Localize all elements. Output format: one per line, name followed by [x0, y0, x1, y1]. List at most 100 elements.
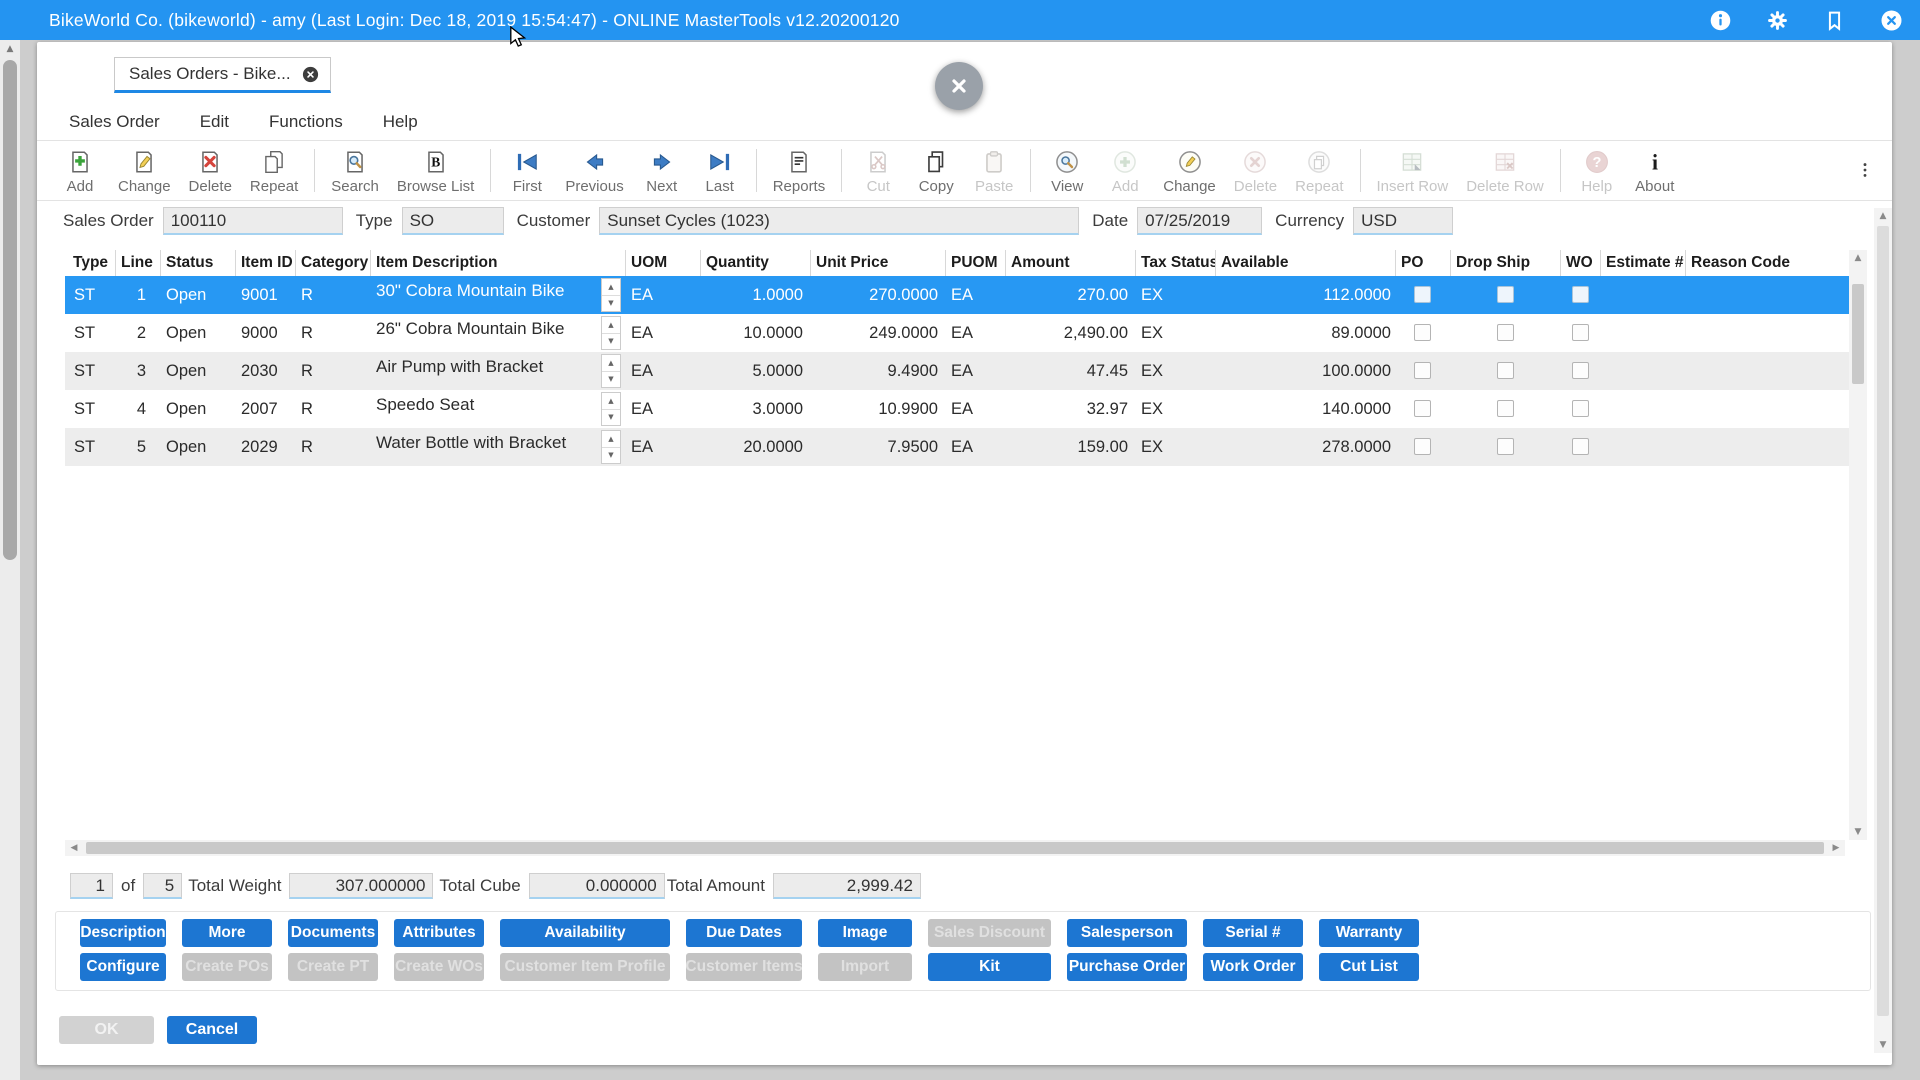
drop_ship-checkbox[interactable]	[1497, 362, 1514, 379]
total-weight-field: 307.000000	[289, 873, 433, 899]
bookmark-icon[interactable]	[1822, 8, 1847, 33]
dialog-close-button[interactable]	[935, 62, 983, 110]
tab-sales-orders[interactable]: Sales Orders - Bike...	[114, 57, 331, 93]
toolbar-repeat-button[interactable]: Repeat	[241, 142, 307, 199]
line-reorder-spinner[interactable]: ▲▼	[601, 354, 621, 388]
scroll-up-icon[interactable]: ▲	[0, 40, 20, 58]
toolbar-change-button[interactable]: Change	[109, 142, 180, 199]
more-button[interactable]: More	[182, 919, 272, 947]
spinner-up-icon[interactable]: ▲	[602, 279, 620, 296]
scroll-up-icon[interactable]: ▲	[1849, 250, 1867, 266]
scroll-down-icon[interactable]: ▼	[1849, 824, 1867, 840]
toolbar-previous-button[interactable]: Previous	[556, 142, 632, 199]
po-checkbox[interactable]	[1414, 324, 1431, 341]
line-reorder-spinner[interactable]: ▲▼	[601, 392, 621, 426]
type-field[interactable]: SO	[402, 207, 504, 235]
po-checkbox[interactable]	[1414, 286, 1431, 303]
toolbar-view-button[interactable]: View	[1038, 142, 1096, 199]
kit-button[interactable]: Kit	[928, 953, 1051, 981]
order-line-row-4[interactable]: ST4Open2007RSpeedo SeatEA3.000010.9900EA…	[65, 390, 1849, 428]
toolbar-reports-button[interactable]: Reports	[764, 142, 835, 199]
scroll-right-icon[interactable]: ▶	[1827, 843, 1845, 853]
purchase-order-button[interactable]: Purchase Order	[1067, 953, 1187, 981]
menu-functions[interactable]: Functions	[269, 112, 343, 132]
wo-checkbox[interactable]	[1572, 400, 1589, 417]
info-icon[interactable]	[1708, 8, 1733, 33]
toolbar-change-button[interactable]: Change	[1154, 142, 1225, 199]
configure-button[interactable]: Configure	[80, 953, 166, 981]
customer-field[interactable]: Sunset Cycles (1023)	[599, 207, 1079, 235]
line-reorder-spinner[interactable]: ▲▼	[601, 430, 621, 464]
availability-button[interactable]: Availability	[500, 919, 670, 947]
spinner-down-icon[interactable]: ▼	[602, 372, 620, 388]
description-button[interactable]: Description	[80, 919, 166, 947]
drop_ship-checkbox[interactable]	[1497, 438, 1514, 455]
settings-icon[interactable]	[1765, 8, 1790, 33]
menu-edit[interactable]: Edit	[200, 112, 229, 132]
toolbar-last-button[interactable]: Last	[691, 142, 749, 199]
warranty-button[interactable]: Warranty	[1319, 919, 1419, 947]
wo-checkbox[interactable]	[1572, 438, 1589, 455]
salesperson-button[interactable]: Salesperson	[1067, 919, 1187, 947]
po-checkbox[interactable]	[1414, 362, 1431, 379]
toolbar-search-button[interactable]: Search	[322, 142, 388, 199]
toolbar-about-button[interactable]: iAbout	[1626, 142, 1684, 199]
cut-list-button[interactable]: Cut List	[1319, 953, 1419, 981]
scroll-down-icon[interactable]: ▼	[1874, 1037, 1892, 1053]
drop_ship-checkbox[interactable]	[1497, 400, 1514, 417]
scroll-left-icon[interactable]: ◀	[65, 843, 83, 853]
menu-sales-order[interactable]: Sales Order	[69, 112, 160, 132]
tab-close-icon[interactable]	[301, 65, 320, 84]
spinner-up-icon[interactable]: ▲	[602, 431, 620, 448]
sales-order-field[interactable]: 100110	[163, 207, 343, 235]
close-icon[interactable]	[1879, 8, 1904, 33]
line-reorder-spinner[interactable]: ▲▼	[601, 278, 621, 312]
spinner-down-icon[interactable]: ▼	[602, 296, 620, 312]
order-line-row-5[interactable]: ST5Open2029RWater Bottle with BracketEA2…	[65, 428, 1849, 466]
spinner-down-icon[interactable]: ▼	[602, 410, 620, 426]
table-vertical-scrollbar[interactable]: ▲ ▼	[1849, 250, 1867, 840]
toolbar-first-button[interactable]: First	[498, 142, 556, 199]
drop_ship-checkbox[interactable]	[1497, 286, 1514, 303]
spinner-up-icon[interactable]: ▲	[602, 355, 620, 372]
attributes-button[interactable]: Attributes	[394, 919, 484, 947]
date-field[interactable]: 07/25/2019	[1137, 207, 1262, 235]
po-checkbox[interactable]	[1414, 438, 1431, 455]
order-line-row-1[interactable]: ST1Open9001R30" Cobra Mountain BikeEA1.0…	[65, 276, 1849, 314]
toolbar-browse-list-button[interactable]: BBrowse List	[388, 142, 484, 199]
table-horizontal-scrollbar[interactable]: ◀ ▶	[65, 840, 1845, 856]
wo-checkbox[interactable]	[1572, 324, 1589, 341]
wo-checkbox[interactable]	[1572, 286, 1589, 303]
horizontal-scrollbar-thumb[interactable]	[86, 842, 1824, 854]
spinner-down-icon[interactable]: ▼	[602, 448, 620, 464]
toolbar-overflow-button[interactable]	[1854, 150, 1876, 190]
dialog-vertical-scrollbar[interactable]: ▲ ▼	[1874, 208, 1892, 1053]
left-scrollbar[interactable]: ▲	[0, 40, 20, 1080]
menu-help[interactable]: Help	[383, 112, 418, 132]
toolbar-add-button[interactable]: Add	[51, 142, 109, 199]
toolbar-delete-button[interactable]: Delete	[180, 142, 241, 199]
toolbar-next-button[interactable]: Next	[633, 142, 691, 199]
serial-button[interactable]: Serial #	[1203, 919, 1303, 947]
order-line-row-2[interactable]: ST2Open9000R26" Cobra Mountain BikeEA10.…	[65, 314, 1849, 352]
wo-checkbox[interactable]	[1572, 362, 1589, 379]
spinner-up-icon[interactable]: ▲	[602, 393, 620, 410]
due-dates-button[interactable]: Due Dates	[686, 919, 802, 947]
scroll-up-icon[interactable]: ▲	[1874, 208, 1892, 224]
po-checkbox[interactable]	[1414, 400, 1431, 417]
table-scrollbar-thumb[interactable]	[1852, 284, 1864, 384]
spinner-up-icon[interactable]: ▲	[602, 317, 620, 334]
order-line-row-3[interactable]: ST3Open2030RAir Pump with BracketEA5.000…	[65, 352, 1849, 390]
image-button[interactable]: Image	[818, 919, 912, 947]
spinner-down-icon[interactable]: ▼	[602, 334, 620, 350]
currency-field[interactable]: USD	[1353, 207, 1453, 235]
record-number-field[interactable]: 1	[70, 873, 113, 899]
work-order-button[interactable]: Work Order	[1203, 953, 1303, 981]
dialog-scrollbar-thumb[interactable]	[1877, 226, 1889, 1016]
documents-button[interactable]: Documents	[288, 919, 378, 947]
toolbar-copy-button[interactable]: Copy	[907, 142, 965, 199]
left-scrollbar-thumb[interactable]	[3, 60, 17, 560]
line-reorder-spinner[interactable]: ▲▼	[601, 316, 621, 350]
drop_ship-checkbox[interactable]	[1497, 324, 1514, 341]
cancel-button[interactable]: Cancel	[167, 1016, 257, 1044]
